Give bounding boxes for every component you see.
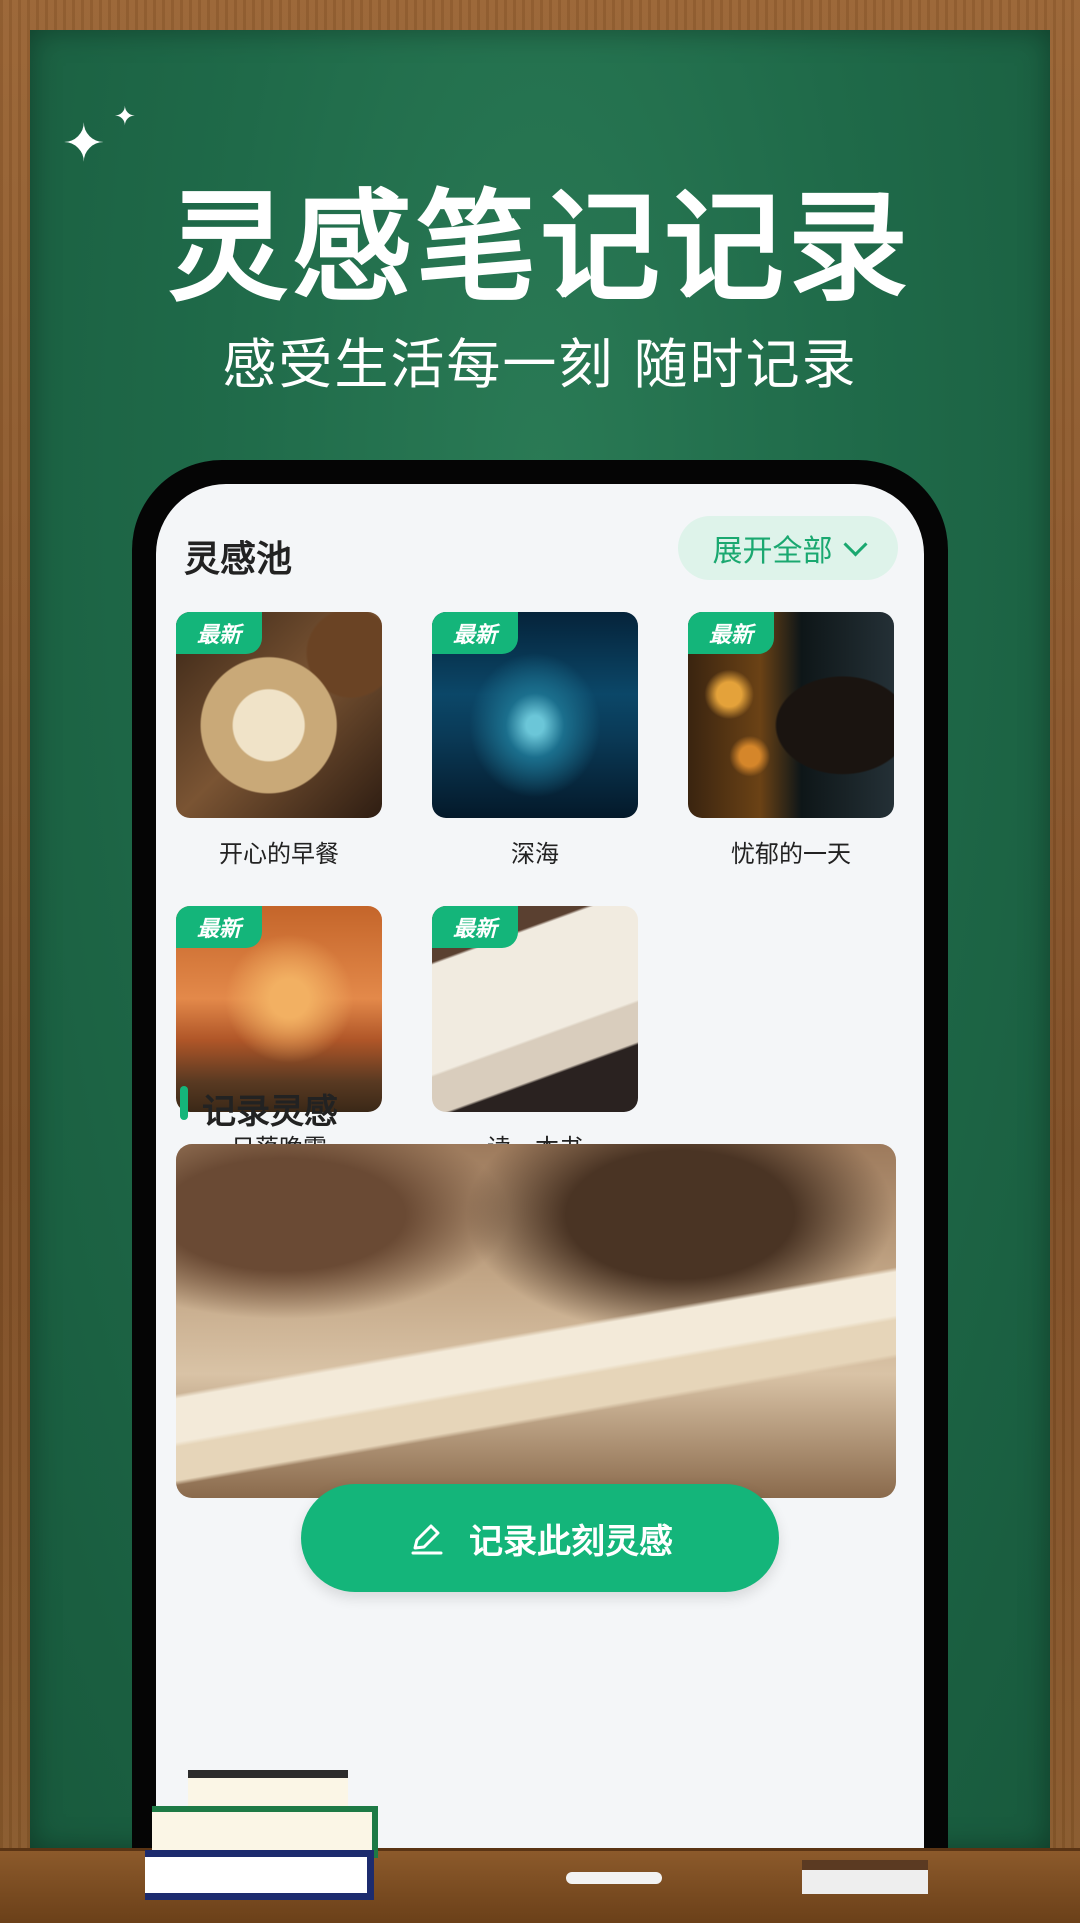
expand-all-label: 展开全部 <box>712 534 833 569</box>
card-label: 忧郁的一天 <box>731 840 851 868</box>
card-image[interactable]: 最新 <box>176 612 382 818</box>
new-badge: 最新 <box>176 906 262 948</box>
page-headline: 灵感笔记记录 <box>168 179 912 318</box>
phone-mockup: 灵感池 展开全部 最新 开心的早餐 最新 深海 最新 忧郁的一天 最新 最新 记… <box>132 460 948 1860</box>
page-subheadline: 感受生活每一刻 随时记录 <box>222 333 858 396</box>
new-badge: 最新 <box>432 906 518 948</box>
card-image[interactable]: 最新 <box>688 612 894 818</box>
app-screen: 灵感池 展开全部 最新 开心的早餐 最新 深海 最新 忧郁的一天 最新 最新 记… <box>156 484 924 1860</box>
inspiration-pool-title: 灵感池 <box>184 539 293 580</box>
edit-pen-icon <box>411 1524 443 1555</box>
chalk-stick <box>566 1872 662 1884</box>
record-section-title: 记录灵感 <box>202 1092 338 1132</box>
record-inspiration-button[interactable]: 记录此刻灵感 <box>301 1484 779 1592</box>
card-image[interactable]: 最新 <box>176 906 382 1112</box>
book-stack-bottom <box>145 1850 374 1900</box>
card-image[interactable]: 最新 <box>432 612 638 818</box>
card-image[interactable]: 最新 <box>432 906 638 1112</box>
new-badge: 最新 <box>432 612 518 654</box>
inspiration-card[interactable]: 最新 开心的早餐 <box>176 612 382 869</box>
record-button-label: 记录此刻灵感 <box>469 1521 673 1562</box>
open-book-image <box>176 1144 896 1498</box>
chevron-down-icon <box>842 531 868 557</box>
card-label: 深海 <box>511 840 559 868</box>
expand-all-button[interactable]: 展开全部 <box>678 516 898 580</box>
card-label: 开心的早餐 <box>219 840 339 868</box>
record-banner-image <box>176 1144 896 1498</box>
inspiration-card[interactable]: 最新 读一本书 <box>432 906 638 1163</box>
new-badge: 最新 <box>176 612 262 654</box>
inspiration-card[interactable]: 最新 忧郁的一天 <box>688 612 894 869</box>
new-badge: 最新 <box>688 612 774 654</box>
sparkle-icon: ✦ <box>114 102 136 132</box>
inspiration-card[interactable]: 最新 深海 <box>432 612 638 869</box>
chalk-eraser <box>802 1860 928 1894</box>
